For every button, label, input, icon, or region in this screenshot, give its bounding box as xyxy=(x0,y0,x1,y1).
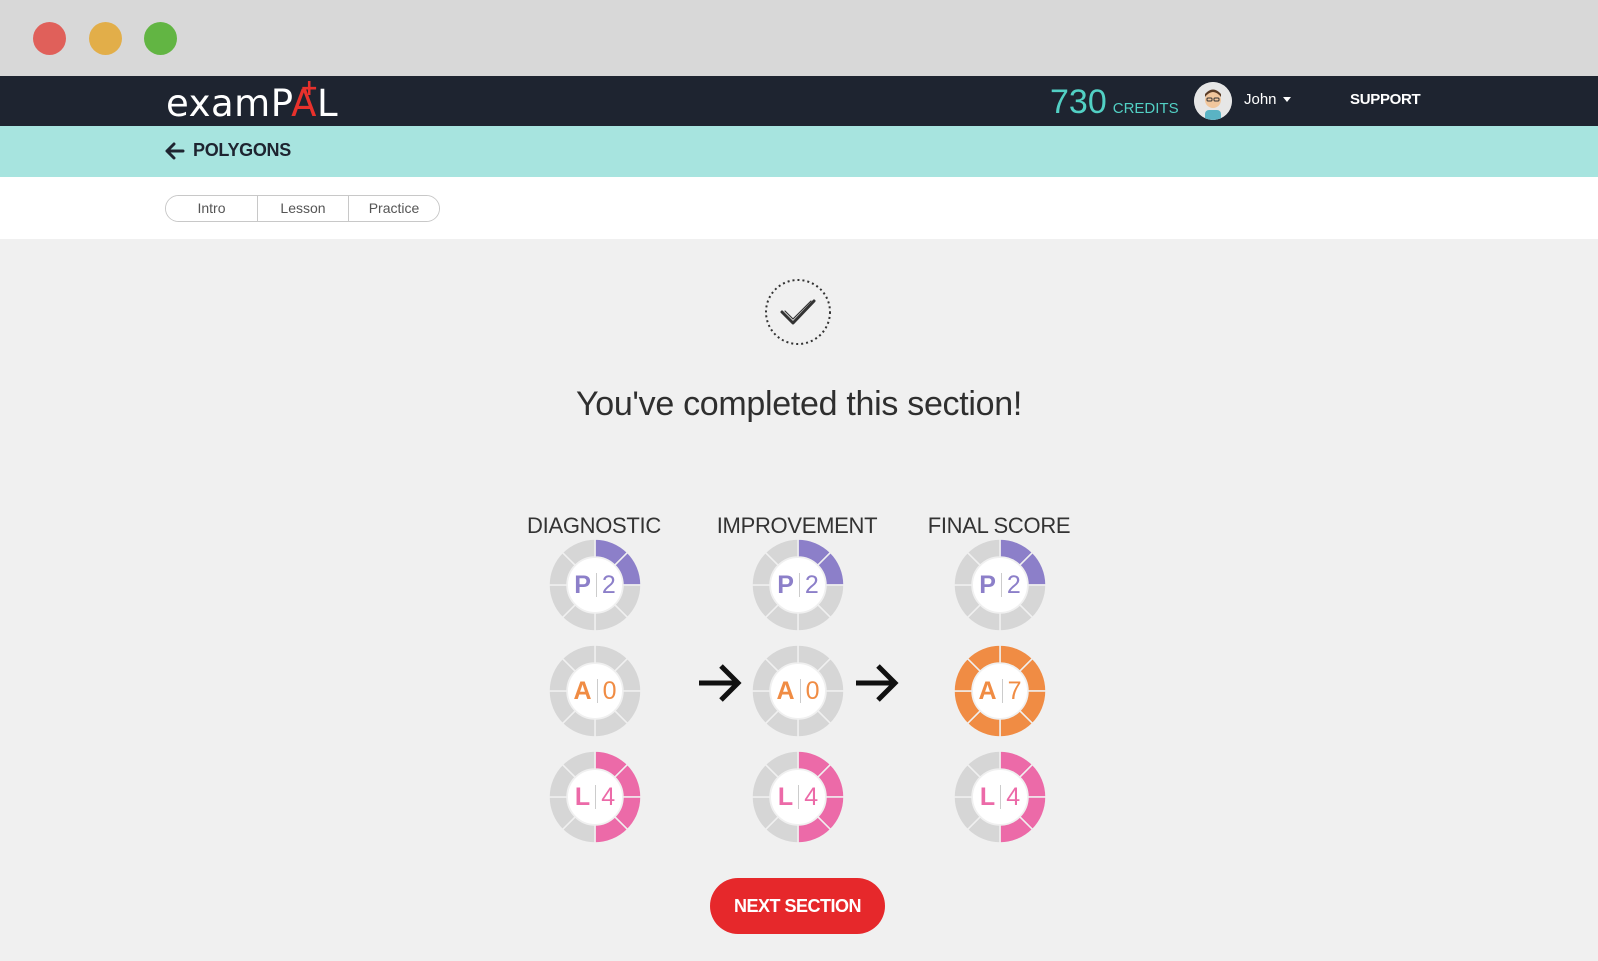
lesson-header-bar: POLYGONS xyxy=(0,126,1598,177)
user-name: John xyxy=(1244,91,1277,108)
column-title-improvement: IMPROVEMENT xyxy=(716,513,878,538)
tab-lesson[interactable]: Lesson xyxy=(257,196,348,221)
tab-intro[interactable]: Intro xyxy=(166,196,257,221)
score-divider xyxy=(596,679,598,703)
score-ring-final-a: A7 xyxy=(953,644,1047,738)
score-letter: P xyxy=(574,570,591,599)
score-ring-improvement-p: P2 xyxy=(751,538,845,632)
top-navbar: examPAL + 730 CREDITS John SUPPORT xyxy=(0,76,1598,126)
back-to-topic-link[interactable]: POLYGONS xyxy=(165,140,291,161)
score-letter: P xyxy=(979,570,996,599)
arrow-left-icon xyxy=(165,142,185,159)
logo-text-start: examP xyxy=(166,82,292,125)
back-link-label: POLYGONS xyxy=(193,140,291,160)
score-value: 0 xyxy=(805,676,820,705)
support-link[interactable]: SUPPORT xyxy=(1350,91,1421,108)
score-value: 4 xyxy=(601,782,616,811)
score-divider xyxy=(595,785,597,809)
score-ring-label: L4 xyxy=(954,751,1046,843)
tab-practice[interactable]: Practice xyxy=(348,196,439,221)
score-letter: P xyxy=(777,570,794,599)
score-divider xyxy=(595,573,597,597)
score-letter: L xyxy=(979,782,996,811)
column-title-diagnostic: DIAGNOSTIC xyxy=(527,513,661,538)
window-titlebar xyxy=(0,0,1598,76)
checkmark-icon xyxy=(765,279,831,345)
score-value: 4 xyxy=(1006,782,1021,811)
score-divider xyxy=(1000,785,1002,809)
score-ring-improvement-l: L4 xyxy=(751,750,845,844)
score-value: 7 xyxy=(1007,676,1022,705)
chevron-down-icon xyxy=(1282,97,1291,102)
section-tabs: Intro Lesson Practice xyxy=(165,195,440,222)
arrow-right-icon xyxy=(856,664,899,702)
minimize-window-button[interactable] xyxy=(89,22,122,55)
completion-headline: You've completed this section! xyxy=(575,385,1023,423)
score-letter: L xyxy=(574,782,591,811)
score-ring-diagnostic-a: A0 xyxy=(548,644,642,738)
score-value: 2 xyxy=(804,570,819,599)
close-window-button[interactable] xyxy=(33,22,66,55)
score-value: 2 xyxy=(1006,570,1021,599)
score-value: 0 xyxy=(602,676,617,705)
score-ring-diagnostic-l: L4 xyxy=(548,750,642,844)
user-avatar[interactable] xyxy=(1194,82,1232,120)
score-letter: A xyxy=(573,676,592,705)
maximize-window-button[interactable] xyxy=(144,22,177,55)
score-letter: L xyxy=(777,782,794,811)
score-divider xyxy=(1001,679,1003,703)
score-ring-label: L4 xyxy=(752,751,844,843)
score-letter: A xyxy=(776,676,795,705)
logo-text-end: L xyxy=(316,82,339,125)
exampal-logo[interactable]: examPAL + xyxy=(166,76,339,126)
score-letter: A xyxy=(978,676,997,705)
score-ring-label: A0 xyxy=(549,645,641,737)
score-divider xyxy=(1000,573,1002,597)
score-ring-label: A7 xyxy=(954,645,1046,737)
user-menu[interactable]: John xyxy=(1244,91,1291,108)
score-ring-final-l: L4 xyxy=(953,750,1047,844)
score-ring-final-p: P2 xyxy=(953,538,1047,632)
arrow-right-icon xyxy=(699,664,742,702)
score-value: 4 xyxy=(804,782,819,811)
score-divider xyxy=(798,785,800,809)
credits-display: 730 CREDITS xyxy=(1050,80,1179,124)
score-ring-label: L4 xyxy=(549,751,641,843)
score-ring-improvement-a: A0 xyxy=(751,644,845,738)
score-divider xyxy=(798,573,800,597)
logo-plus-icon: + xyxy=(300,76,319,101)
credits-label: CREDITS xyxy=(1112,100,1179,117)
score-ring-label: A0 xyxy=(752,645,844,737)
score-ring-label: P2 xyxy=(549,539,641,631)
score-divider xyxy=(799,679,801,703)
score-ring-label: P2 xyxy=(752,539,844,631)
score-value: 2 xyxy=(601,570,616,599)
column-title-final-score: FINAL SCORE xyxy=(927,513,1071,538)
score-ring-label: P2 xyxy=(954,539,1046,631)
credits-value: 730 xyxy=(1050,83,1107,121)
score-ring-diagnostic-p: P2 xyxy=(548,538,642,632)
next-section-button[interactable]: NEXT SECTION xyxy=(710,878,885,934)
section-tabs-bar: Intro Lesson Practice xyxy=(0,177,1598,239)
